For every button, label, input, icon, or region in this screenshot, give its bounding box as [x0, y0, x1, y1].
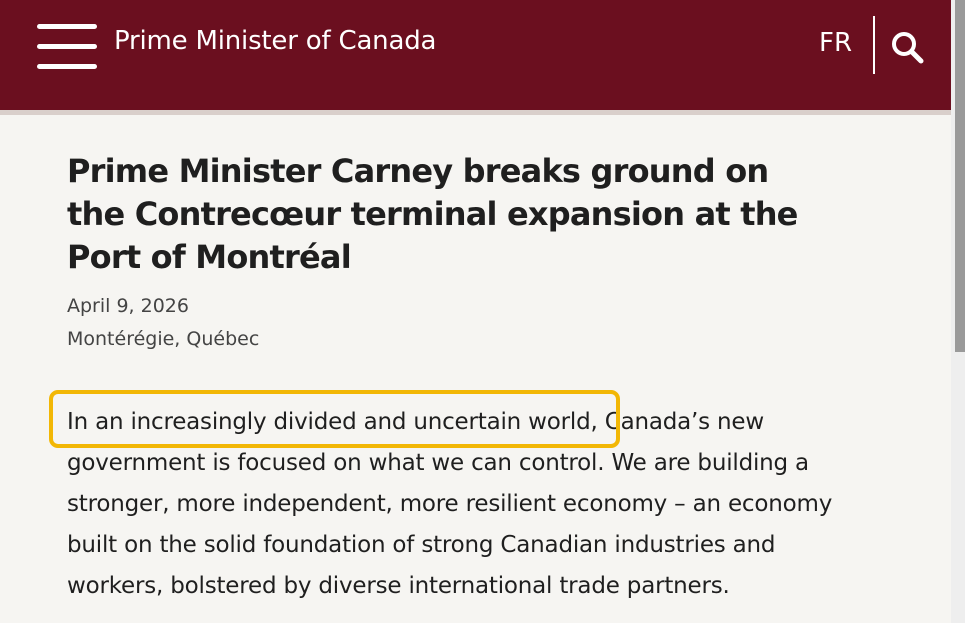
menu-bar [37, 64, 97, 69]
search-icon[interactable] [890, 30, 924, 64]
header-underline [0, 110, 951, 115]
article-date: April 9, 2026 [67, 295, 189, 317]
article-location: Montérégie, Québec [67, 328, 260, 350]
language-toggle-link[interactable]: FR [819, 28, 852, 58]
page: Prime Minister of Canada FR Prime Minist… [0, 0, 965, 623]
article-title: Prime Minister Carney breaks ground on t… [67, 152, 798, 276]
highlighted-phrase: In an increasingly divided and uncertain… [67, 409, 598, 435]
menu-bar [37, 24, 97, 29]
hamburger-menu-icon[interactable] [37, 24, 97, 70]
menu-bar [37, 44, 97, 49]
article-body-paragraph: In an increasingly divided and uncertain… [67, 402, 877, 607]
site-title-link[interactable]: Prime Minister of Canada [114, 26, 436, 56]
body-text-remainder: Canada’s new government is focused on wh… [67, 409, 833, 599]
site-header: Prime Minister of Canada FR [0, 0, 951, 110]
header-divider [873, 16, 875, 74]
scrollbar-thumb[interactable] [955, 0, 965, 352]
